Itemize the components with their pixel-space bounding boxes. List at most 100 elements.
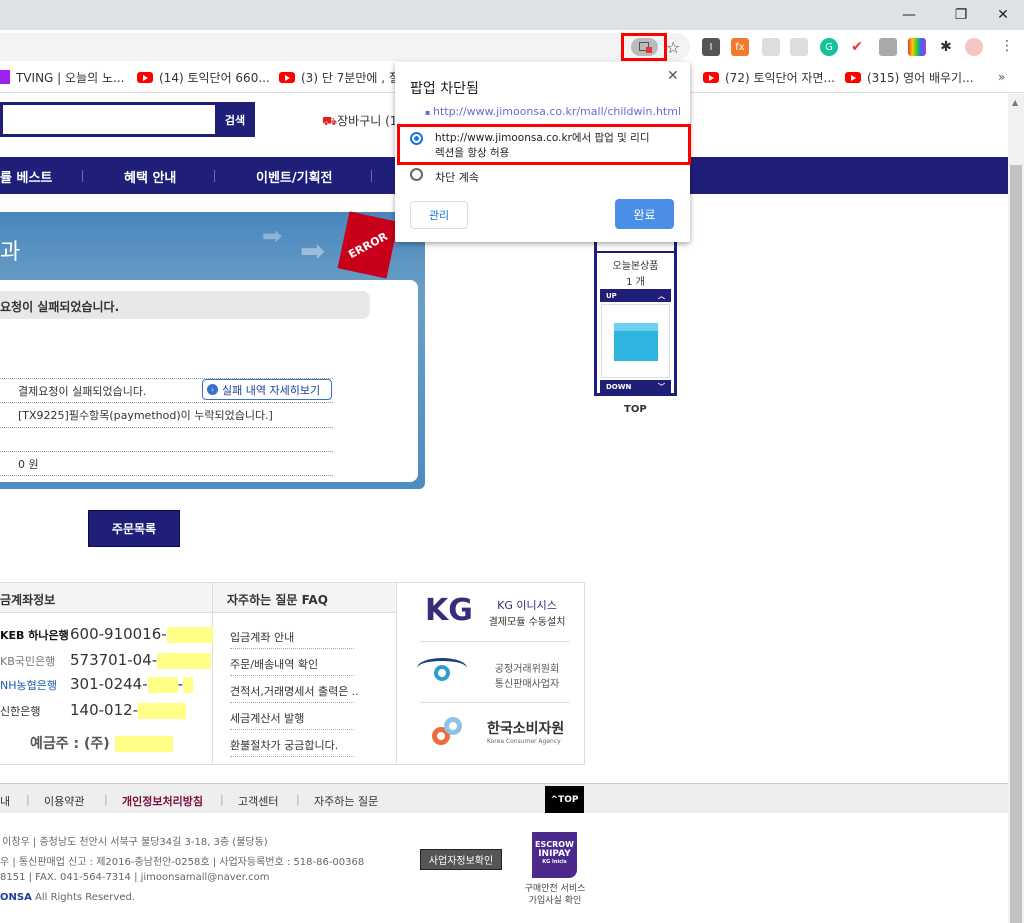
profile-avatar[interactable] (965, 38, 983, 56)
account-holder: 예금주 : (주) (30, 733, 173, 753)
block-radio[interactable] (410, 168, 423, 181)
ftc-link[interactable]: 공정거래위원회 통신판매사업자 (487, 660, 567, 690)
minimize-button[interactable]: — (886, 0, 932, 30)
redacted (138, 702, 187, 719)
cart-link[interactable]: ⛟장바구니 (1) (322, 112, 402, 130)
redacted (166, 626, 213, 643)
bank-account: KEB 하나은행600-910016- (0, 625, 213, 643)
bullet-icon: ▪ (425, 108, 433, 117)
scroll-top-button[interactable]: ^ TOP (545, 786, 584, 813)
business-info-button[interactable]: 사업자정보확인 (420, 849, 502, 870)
chevron-up-icon: ︿ (658, 291, 665, 300)
close-icon[interactable]: ✕ (667, 68, 679, 84)
address-line: 우 | 통신판매업 신고 : 제2016-충남천안-0258호 | 사업자등록번… (0, 857, 365, 868)
error-banner: 요청이 실패되었습니다. (0, 291, 370, 319)
scrollbar-thumb[interactable] (1010, 165, 1022, 923)
bank-title: 금계좌정보 (0, 593, 56, 607)
bank-account: KB국민은행 573701-04- (0, 651, 212, 669)
bookmark-item[interactable]: (14) 토익단어 660... (137, 69, 270, 85)
faq-item[interactable]: 입금계좌 안내 (230, 622, 354, 649)
consumer-agency-link[interactable]: 한국소비자원 Korea Consumer Agency (487, 718, 577, 745)
error-row (0, 428, 333, 452)
redacted (147, 676, 178, 693)
order-list-button[interactable]: 주문목록 (88, 510, 180, 547)
divider: | (26, 793, 30, 806)
more-bookmarks-button[interactable]: » (998, 69, 1005, 85)
extension-fx-icon[interactable]: fx (731, 38, 749, 56)
extension-check-icon[interactable]: ✔ (848, 38, 866, 56)
youtube-icon (137, 71, 153, 83)
consumer-agency-icon (432, 717, 464, 749)
nav-divider (82, 170, 83, 182)
search-button[interactable]: 검색 (215, 102, 255, 137)
scroll-up-icon[interactable]: ▲ (1012, 98, 1018, 107)
faq-item[interactable]: 세금계산서 발행 (230, 703, 354, 730)
extension-screen-icon[interactable] (762, 38, 780, 56)
ftc-eye-icon (417, 658, 467, 688)
error-row: 결제요청이 실패되었습니다. › 실패 내역 자세히보기 (0, 378, 333, 403)
widget-title: 오늘본상품 (612, 261, 659, 272)
extension-color-icon[interactable] (908, 38, 926, 56)
search-input[interactable] (3, 105, 215, 134)
faq-title: 자주하는 질문 FAQ (227, 593, 328, 607)
restore-button[interactable]: ❐ (938, 0, 984, 30)
faq-item[interactable]: 견적서,거래명세서 출력은 .. (230, 676, 359, 703)
done-button[interactable]: 완료 (615, 199, 674, 229)
title-bar (0, 0, 1024, 30)
divider (420, 641, 570, 642)
kg-logo[interactable]: KG (425, 593, 473, 628)
error-title: 과 (0, 240, 21, 265)
menu-kebab-icon[interactable]: ⋮ (1000, 38, 1014, 54)
info-header (0, 583, 396, 613)
address-line: 대표 : 이창우 | 충청남도 천안시 서북구 불당34길 3-18, 3층 (… (0, 837, 268, 848)
nav-events[interactable]: 이벤트/기획전 (256, 167, 333, 186)
footer-link-faq[interactable]: 자주하는 질문 (314, 793, 378, 809)
extensions-puzzle-icon[interactable]: ✱ (937, 38, 955, 56)
extension-screen2-icon[interactable] (790, 38, 808, 56)
footer-link-support[interactable]: 고객센터 (238, 793, 278, 809)
divider (420, 702, 570, 703)
block-option-label[interactable]: 차단 계속 (435, 169, 479, 185)
failure-detail-button[interactable]: › 실패 내역 자세히보기 (202, 379, 332, 400)
error-row: [TX9225]필수항목(paymethod)이 누락되었습니다.] (0, 403, 333, 428)
nav-best[interactable]: 률 베스트 (0, 167, 52, 186)
extension-i-icon[interactable]: I (702, 38, 720, 56)
close-window-button[interactable]: ✕ (980, 0, 1024, 30)
allow-radio[interactable] (410, 132, 423, 145)
widget-up-button[interactable]: UP ︿ (600, 289, 671, 302)
footer-link[interactable]: 내 (0, 793, 10, 809)
product-thumbnail[interactable] (601, 304, 670, 378)
bank-account: NH농협은행 301-0244- - (0, 675, 194, 693)
escrow-inipay-logo[interactable]: ESCROW INIPAY KG Inicis (532, 832, 577, 878)
divider (597, 251, 674, 253)
copyright: ONSA All Rights Reserved. (0, 892, 136, 903)
address-bar[interactable] (0, 33, 690, 61)
faq-item[interactable]: 주문/배송내역 확인 (230, 649, 354, 676)
bookmark-item[interactable]: (315) 영어 배우기... (845, 69, 974, 85)
footer-link-terms[interactable]: 이용약관 (44, 793, 84, 809)
divider (396, 583, 397, 765)
extension-profile-icon[interactable] (879, 38, 897, 56)
faq-item[interactable]: 환불절차가 궁금합니다. (230, 730, 354, 757)
manage-button[interactable]: 관리 (410, 201, 468, 229)
bookmark-item[interactable]: (3) 단 7분만에 , 절... (279, 69, 411, 85)
bookmark-item[interactable]: (72) 토익단어 자면... (703, 69, 835, 85)
bookmark-item[interactable]: TVING | 오늘의 노... (0, 69, 124, 85)
redacted (114, 736, 173, 752)
divider: | (296, 793, 300, 806)
widget-count: 1 개 (626, 277, 645, 288)
bookmark-star-icon[interactable]: ☆ (666, 38, 680, 57)
popup-blocked-icon[interactable] (631, 38, 658, 56)
blocked-popup-link[interactable]: ▪ http://www.jimoonsa.co.kr/mall/childwi… (425, 105, 681, 118)
redacted (157, 652, 212, 669)
nav-benefits[interactable]: 혜택 안내 (124, 167, 176, 186)
allow-option-label[interactable]: http://www.jimoonsa.co.kr에서 팝업 및 리디렉션을 항… (435, 131, 650, 161)
divider: | (104, 793, 108, 806)
grammarly-icon[interactable]: G (820, 38, 838, 56)
footer-link-privacy[interactable]: 개인정보처리방침 (122, 793, 203, 809)
tving-icon (0, 70, 10, 84)
kg-inicis-link[interactable]: KG 이니시스 결제모듈 수동설치 (487, 597, 567, 628)
search-box: 검색 (0, 102, 255, 137)
widget-down-button[interactable]: DOWN ﹀ (600, 380, 671, 393)
widget-top-link[interactable]: TOP (624, 404, 647, 415)
